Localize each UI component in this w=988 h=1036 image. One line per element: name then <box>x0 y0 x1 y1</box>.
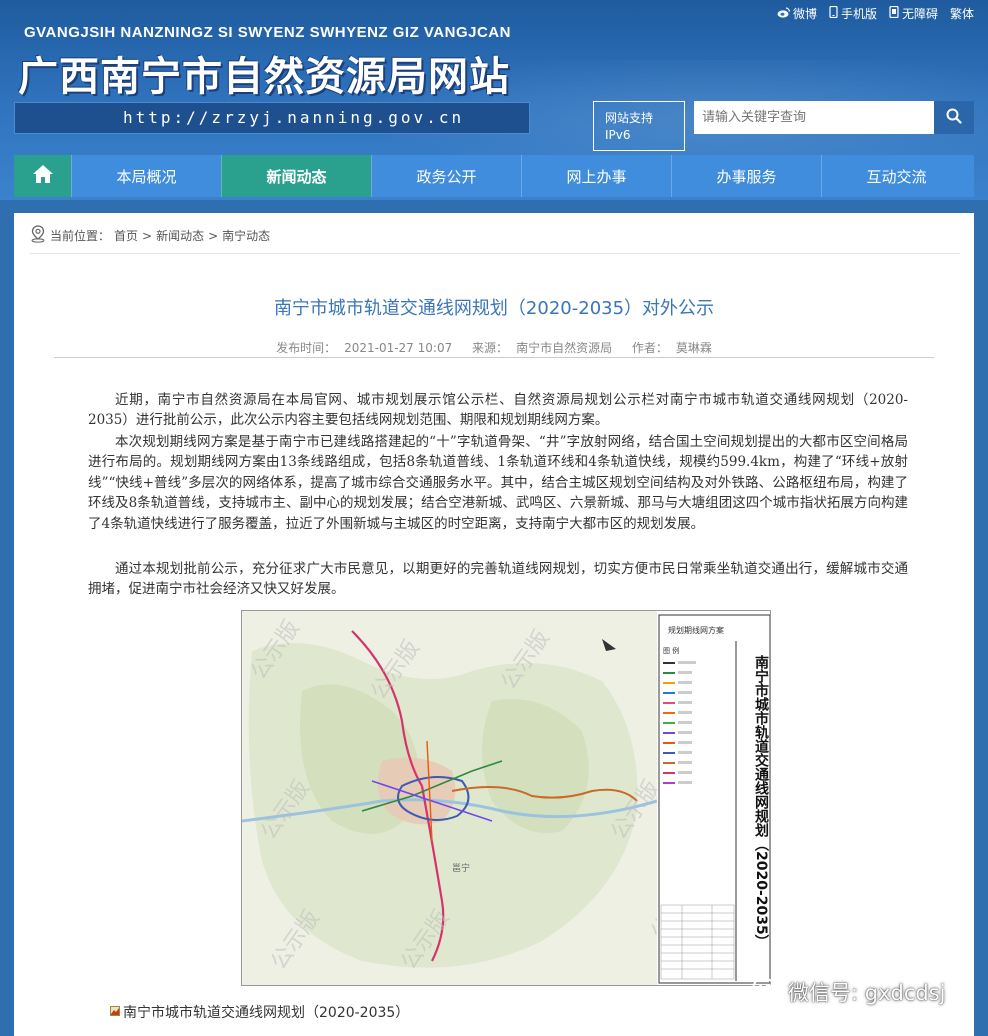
breadcrumb-news[interactable]: 新闻动态 <box>156 227 204 244</box>
search-box <box>694 101 974 134</box>
site-title[interactable]: 广西南宁市自然资源局网站 <box>18 44 510 102</box>
image-caption: 南宁市城市轨道交通线网规划（2020-2035） <box>110 1002 409 1022</box>
site-url: http://zrzyj.nanning.gov.cn <box>14 102 530 134</box>
article-title: 南宁市城市轨道交通线网规划（2020-2035）对外公示 <box>273 298 715 319</box>
article-meta: 发布时间： 2021-01-27 10:07 来源： 南宁市自然资源局 作者： 莫琳霖 <box>14 339 974 356</box>
rail-network-map-image: 邕宁 公示版 公示版 公示版 公示版 公示版 公示版 公示版 公示版 规划期线网… <box>241 610 771 986</box>
mobile-link[interactable]: 手机版 <box>829 5 877 22</box>
article-paragraph-1: 近期，南宁市自然资源局在本局官网、城市规划展示馆公示栏、自然资源局规划公示栏对南… <box>88 392 908 429</box>
breadcrumb: 当前位置： 首页 > 新闻动态 > 南宁动态 <box>30 225 270 246</box>
breadcrumb-nanning-news[interactable]: 南宁动态 <box>222 227 270 244</box>
content-panel: 当前位置： 首页 > 新闻动态 > 南宁动态 南宁市城市轨道交通线网规划（202… <box>14 213 974 1036</box>
breadcrumb-divider <box>30 253 960 254</box>
ipv6-line1: 网站支持 <box>605 111 654 125</box>
map-place-label: 邕宁 <box>452 862 470 874</box>
search-icon <box>946 108 962 128</box>
weibo-label: 微博 <box>792 7 817 21</box>
breadcrumb-separator: > <box>142 228 153 243</box>
ipv6-line2: IPv6 <box>605 128 631 142</box>
caption-text: 南宁市城市轨道交通线网规划（2020-2035） <box>123 1005 410 1021</box>
mobile-icon <box>829 5 838 21</box>
published-time: 2021-01-27 10:07 <box>344 341 453 355</box>
published-label: 发布时间： <box>276 341 337 355</box>
wechat-watermark: 微信号: gxdcdsj <box>752 976 946 1007</box>
source-label: 来源： <box>472 341 509 355</box>
wechat-id-text: 微信号: gxdcdsj <box>788 980 946 1005</box>
search-button[interactable] <box>934 101 974 134</box>
nav-item-online-services[interactable]: 网上办事 <box>521 155 671 197</box>
search-input[interactable] <box>694 101 934 134</box>
traditional-chinese-link[interactable]: 繁体 <box>950 5 974 22</box>
accessibility-link[interactable]: 无障碍 <box>889 5 938 22</box>
nav-item-news[interactable]: 新闻动态 <box>221 155 371 197</box>
site-header: 微博 手机版 无障碍 繁体 GVANGJSIH NANZNINGZ SI SWY… <box>0 0 988 200</box>
nav-item-about[interactable]: 本局概况 <box>71 155 221 197</box>
wechat-icon <box>752 976 782 1007</box>
accessibility-icon <box>889 5 899 21</box>
map-vertical-title: 南宁市城市轨道交通线网规划（2020-2035） <box>753 654 770 948</box>
mobile-label: 手机版 <box>840 7 877 21</box>
ipv6-badge: 网站支持 IPv6 <box>593 101 685 151</box>
image-placeholder-icon <box>110 1004 120 1020</box>
author-label: 作者： <box>631 341 668 355</box>
article-paragraph-2: 本次规划期线网方案是基于南宁市已建线路搭建起的“十”字轨道骨架、“井”字放射网络… <box>88 434 908 532</box>
location-pin-icon <box>30 225 46 246</box>
zhuang-language-title: GVANGJSIH NANZNINGZ SI SWYENZ SWHYENZ GI… <box>24 24 511 41</box>
source-value: 南宁市自然资源局 <box>516 341 613 355</box>
main-nav: 本局概况 新闻动态 政务公开 网上办事 办事服务 互动交流 <box>14 155 974 197</box>
top-links: 微博 手机版 无障碍 繁体 <box>777 5 974 22</box>
map-legend-header: 图 例 <box>663 646 679 655</box>
nav-item-interaction[interactable]: 互动交流 <box>821 155 971 197</box>
nav-item-gov-affairs[interactable]: 政务公开 <box>371 155 521 197</box>
traditional-chinese-label: 繁体 <box>949 7 974 21</box>
home-icon <box>32 164 54 188</box>
breadcrumb-home[interactable]: 首页 <box>114 227 138 244</box>
breadcrumb-separator: > <box>208 228 219 243</box>
article-paragraph-3: 通过本规划批前公示，充分征求广大市民意见，以期更好的完善轨道线网规划，切实方便市… <box>88 561 908 598</box>
nav-home-button[interactable] <box>14 155 71 197</box>
nav-item-services[interactable]: 办事服务 <box>671 155 821 197</box>
weibo-icon <box>777 6 791 21</box>
accessibility-label: 无障碍 <box>901 7 938 21</box>
weibo-link[interactable]: 微博 <box>777 5 817 22</box>
title-divider <box>54 357 934 358</box>
map-legend-title: 规划期线网方案 <box>668 625 724 635</box>
author-value: 莫琳霖 <box>675 341 712 355</box>
breadcrumb-prefix: 当前位置： <box>50 229 111 243</box>
